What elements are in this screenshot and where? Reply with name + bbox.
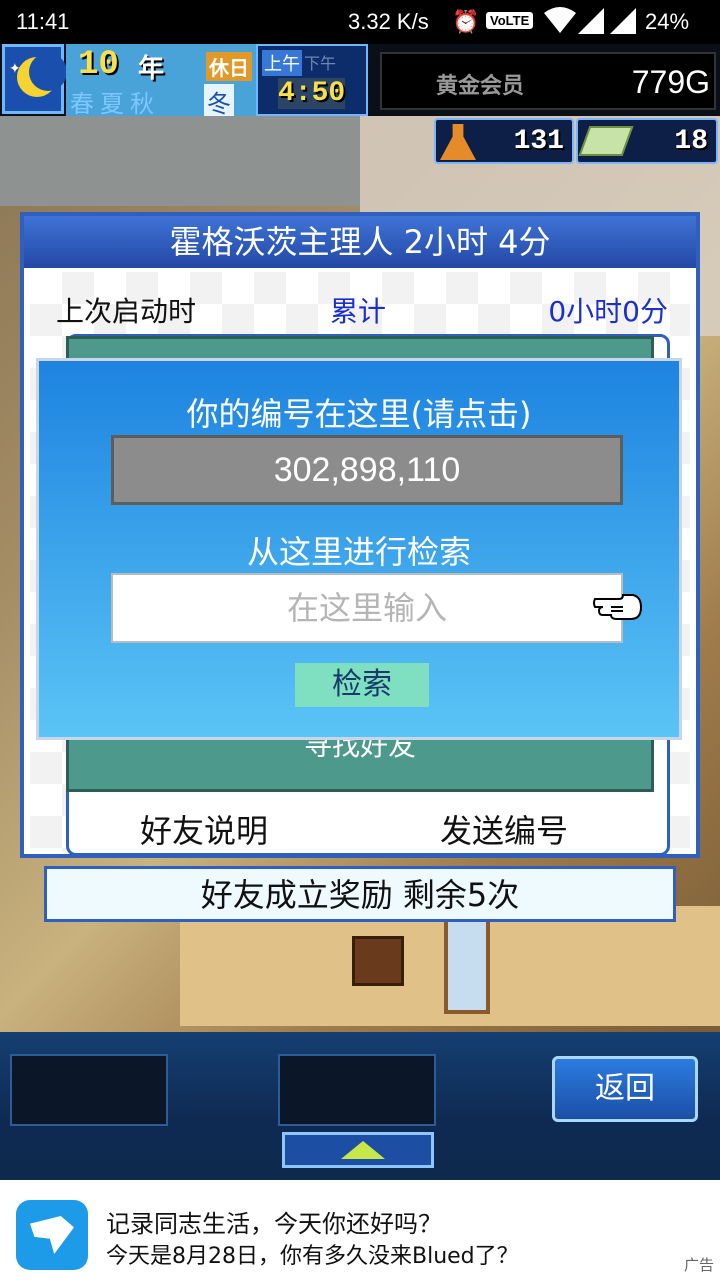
friend-reward-bar: 好友成立奖励 剩余5次 [44,866,676,922]
send-id-button[interactable]: 发送编号 [440,806,568,852]
volte-badge: VoLTE [486,12,534,29]
back-button[interactable]: 返回 [552,1056,698,1122]
panel-title: 霍格沃茨主理人 2小时 4分 [24,216,696,268]
blued-logo-icon [16,1200,88,1270]
ad-subline: 今天是8月28日，你有多久没来Blued了？ [106,1244,519,1269]
am-label: 上午 [262,50,302,76]
star-icon: ✦ [9,61,21,77]
research-points-counter: 131 [434,118,574,164]
chevron-up-icon [341,1141,385,1159]
status-time: 11:41 [16,9,70,34]
last-launch-label: 上次启动时 [56,295,197,328]
signal-icon [578,8,604,40]
door-icon [444,916,490,1014]
search-button[interactable]: 检索 [295,663,429,707]
network-speed: 3.32 K/s [348,9,429,34]
empty-slot-left[interactable] [10,1054,168,1126]
gold-panel[interactable]: 黄金会员 779G [380,52,716,110]
year-label: 年 [138,54,165,84]
expand-menu-button[interactable] [282,1132,434,1168]
ticket-counter: 18 [576,118,718,164]
battery-level: 24% [645,9,690,34]
calendar-panel: 10 年 休日 春夏秋 冬 [66,44,256,119]
status-bar: 11:41 3.32 K/s ⏰ VoLTE 24% [0,0,720,44]
tv-icon [352,936,404,986]
total-label: 累计 [330,295,387,328]
friend-id-dialog: 你的编号在这里(请点击) 302,898,110 从这里进行检索 在这里输入 检… [36,358,682,740]
game-clock: 4:50 [278,78,346,109]
signal-icon-2 [610,8,636,40]
ad-headline: 记录同志生活，今天你还好吗？ [106,1210,442,1238]
pointing-hand-icon [593,594,643,620]
scene-rooftop [0,116,360,206]
holiday-badge: 休日 [206,52,252,81]
gold-member-label: 黄金会员 [436,74,525,99]
night-indicator: ✦ [2,44,67,114]
alarm-icon: ⏰ [452,9,480,34]
research-points-value: 131 [513,126,564,157]
gold-amount: 779G [631,64,710,100]
bottom-bar: 返回 [0,1032,720,1180]
pm-label: 下午 [304,54,337,73]
ad-banner[interactable]: 记录同志生活，今天你还好吗？ 今天是8月28日，你有多久没来Blued了？ 广告 [0,1180,720,1280]
ticket-icon [578,126,634,156]
search-title: 从这里进行检索 [246,533,471,571]
game-hud: ✦ 10 年 休日 春夏秋 冬 上午 下午 4:50 黄金会员 779G [0,44,720,119]
dialog-title: 你的编号在这里(请点击) [186,395,532,433]
flask-icon [440,124,476,160]
current-season: 冬 [204,84,234,119]
empty-slot-center[interactable] [278,1054,436,1126]
clock-panel: 上午 下午 4:50 [256,44,368,116]
ad-tag: 广告 [683,1256,714,1274]
wifi-icon [544,7,576,39]
player-id-button[interactable]: 302,898,110 [111,435,623,505]
season-list: 春夏秋 [70,90,160,118]
friend-help-button[interactable]: 好友说明 [140,806,268,852]
year-number: 10 [78,46,119,84]
search-input[interactable]: 在这里输入 [111,573,623,643]
total-value: 0小时0分 [548,295,668,328]
ticket-value: 18 [674,126,708,157]
